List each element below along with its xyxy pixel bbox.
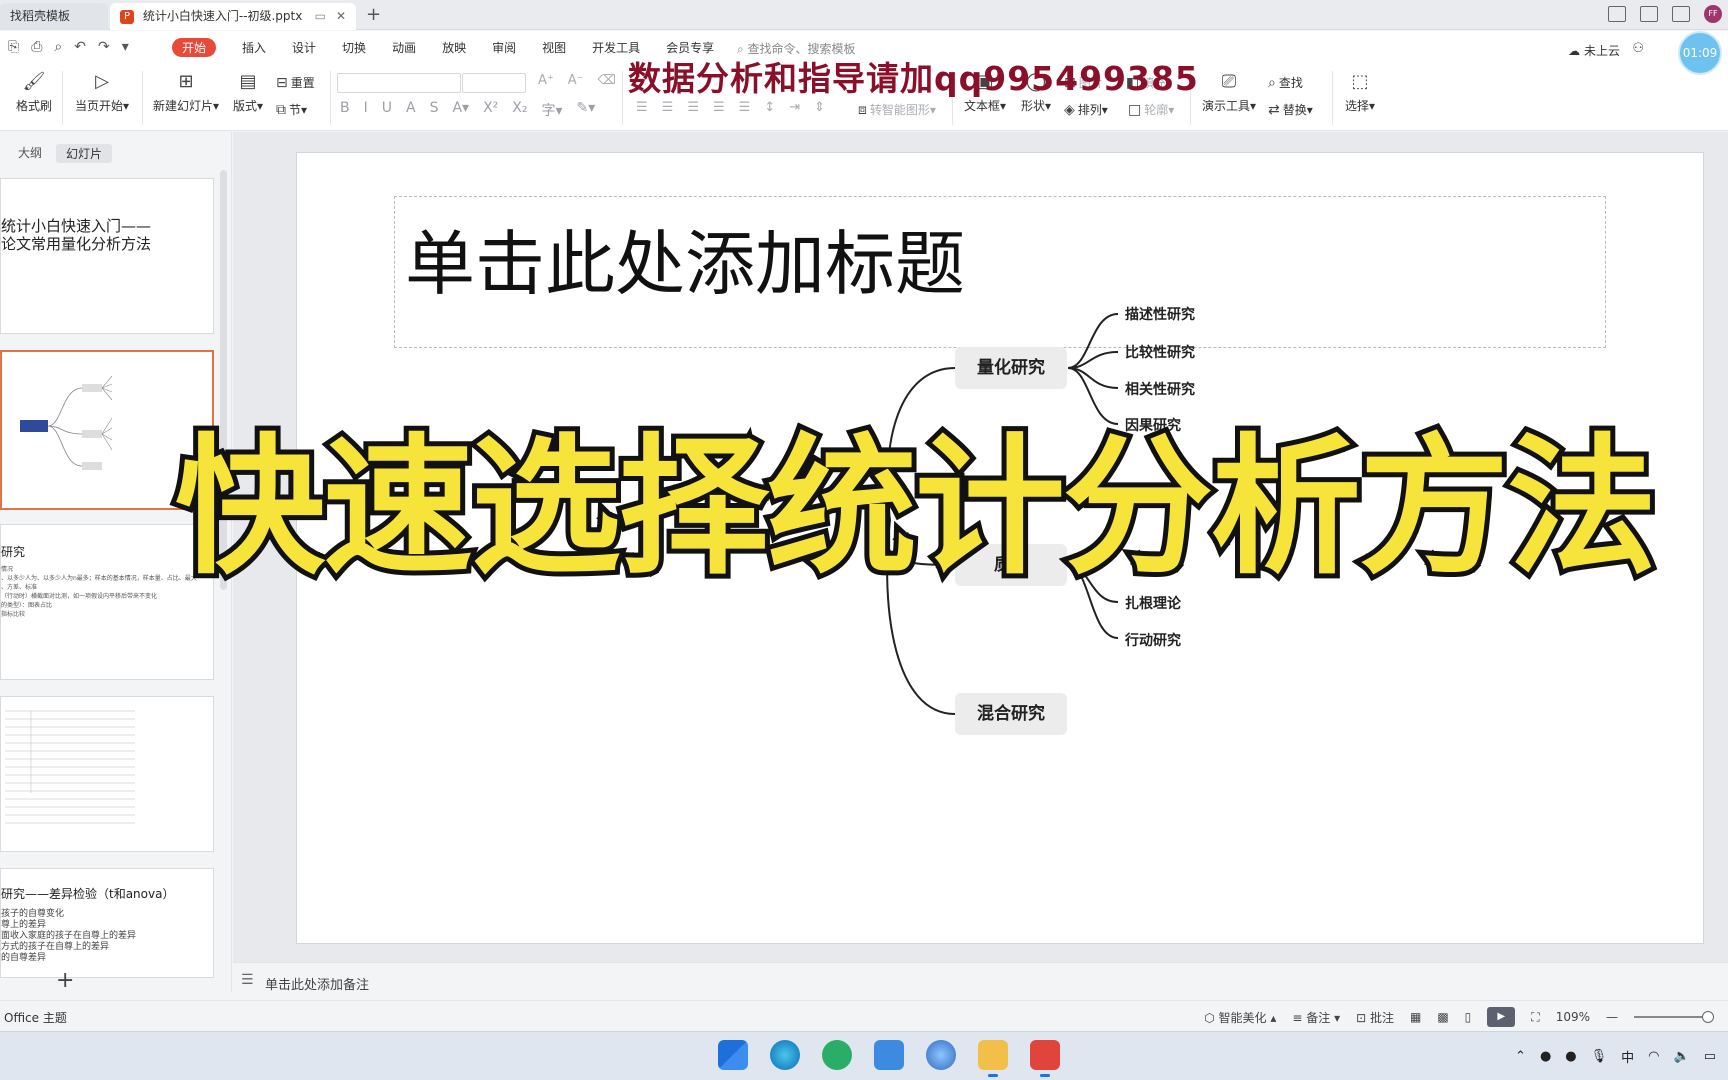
windows-start-icon[interactable] xyxy=(718,1040,748,1070)
mindmap-node-quant[interactable]: 量化研究 xyxy=(955,347,1067,389)
notes-toggle-button[interactable]: ≡ 备注 ▾ xyxy=(1292,1009,1340,1026)
microphone-icon[interactable]: 🎙 xyxy=(1591,1049,1608,1064)
zoom-slider[interactable] xyxy=(1634,1011,1714,1023)
comments-button[interactable]: ⊡ 批注 xyxy=(1356,1009,1394,1026)
reading-view-icon[interactable]: ▯ xyxy=(1465,1010,1472,1024)
wechat-icon[interactable] xyxy=(822,1040,852,1070)
mindmap-node-mixed[interactable]: 混合研究 xyxy=(955,693,1067,735)
ime-indicator[interactable]: 中 xyxy=(1621,1047,1634,1066)
zoom-out-icon[interactable]: — xyxy=(1606,1010,1618,1024)
theme-name: Office 主题 xyxy=(4,1011,67,1025)
volume-icon[interactable]: 🔈 xyxy=(1674,1049,1690,1064)
wifi-icon[interactable]: ◠ xyxy=(1648,1049,1659,1064)
photos-icon[interactable] xyxy=(874,1040,904,1070)
slideshow-play-icon[interactable]: ▶ xyxy=(1487,1007,1516,1027)
edge-icon[interactable] xyxy=(770,1040,800,1070)
mindmap-leaf[interactable]: 比较性研究 xyxy=(1125,342,1195,362)
fit-window-icon[interactable]: ⛶ xyxy=(1531,1010,1539,1025)
wps-icon[interactable] xyxy=(1030,1040,1060,1077)
taskbar-apps xyxy=(718,1040,1060,1077)
status-tools: ⬡ 智能美化 ▴ ≡ 备注 ▾ ⊡ 批注 ▦ ▩ ▯ ▶ ⛶ 109% — xyxy=(1204,1007,1714,1027)
mindmap-leaf[interactable]: 扎根理论 xyxy=(1125,593,1181,613)
beautify-button[interactable]: ⬡ 智能美化 ▴ xyxy=(1204,1009,1276,1026)
browser-icon[interactable] xyxy=(926,1040,956,1070)
status-bar: Office 主题 ⬡ 智能美化 ▴ ≡ 备注 ▾ ⊡ 批注 ▦ ▩ ▯ ▶ ⛶… xyxy=(0,1000,1728,1030)
mindmap-leaf[interactable]: 相关性研究 xyxy=(1125,379,1195,399)
notes-icon: ☰ xyxy=(241,972,254,988)
wechat-tray-icon[interactable]: ● xyxy=(1565,1049,1576,1064)
folder-icon[interactable] xyxy=(978,1040,1008,1077)
chevron-up-icon[interactable]: ⌃ xyxy=(1515,1049,1526,1064)
sorter-view-icon[interactable]: ▩ xyxy=(1437,1010,1448,1024)
mindmap-leaf[interactable]: 描述性研究 xyxy=(1125,304,1195,324)
notes-placeholder: 单击此处添加备注 xyxy=(265,978,370,993)
zoom-level[interactable]: 109% xyxy=(1556,1010,1590,1024)
qq-icon[interactable]: ● xyxy=(1540,1049,1551,1064)
system-tray: ⌃ ● ● 🎙 中 ◠ 🔈 ▭ xyxy=(1515,1047,1716,1066)
battery-icon[interactable]: ▭ xyxy=(1704,1049,1716,1064)
watermark-text: 数据分析和指导请加qq995499385 xyxy=(628,59,1199,98)
mindmap-leaf[interactable]: 行动研究 xyxy=(1125,630,1181,650)
video-caption-overlay: 快速选择统计分析方法 xyxy=(170,421,1662,595)
recording-timer: 01:09 xyxy=(1678,31,1722,75)
normal-view-icon[interactable]: ▦ xyxy=(1410,1010,1421,1024)
notes-bar[interactable]: ☰ 单击此处添加备注 xyxy=(233,962,1728,998)
os-taskbar: ⌃ ● ● 🎙 中 ◠ 🔈 ▭ xyxy=(0,1031,1728,1080)
